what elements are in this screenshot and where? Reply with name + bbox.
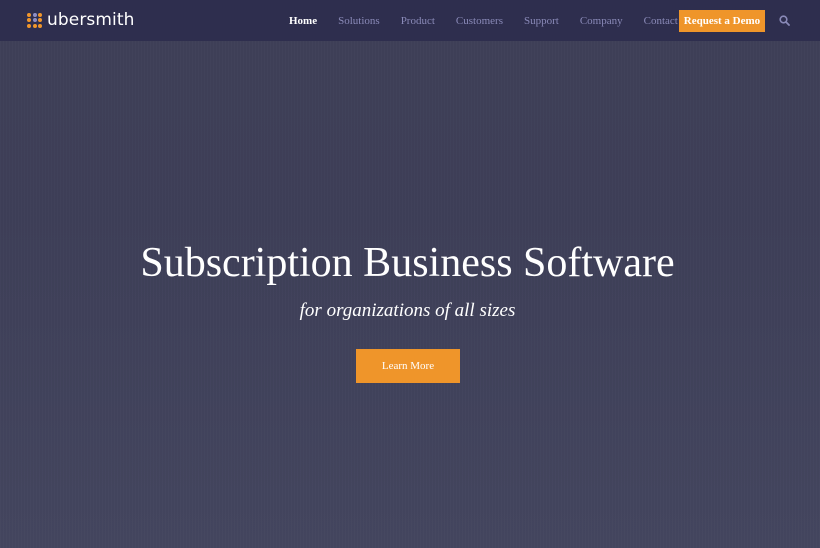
nav-item-company[interactable]: Company	[580, 15, 623, 27]
hero-title: Subscription Business Software	[140, 240, 675, 286]
nav-item-home[interactable]: Home	[289, 15, 317, 27]
search-button[interactable]	[777, 14, 791, 28]
hero-subtitle: for organizations of all sizes	[299, 300, 516, 321]
navbar: ubersmith Home Solutions Product Custome…	[0, 0, 820, 41]
request-demo-button[interactable]: Request a Demo	[679, 10, 765, 32]
hero-section: Subscription Business Software for organ…	[0, 41, 820, 548]
nav-item-contact[interactable]: Contact	[644, 15, 678, 27]
page: ubersmith Home Solutions Product Custome…	[0, 0, 820, 548]
brand-name: ubersmith	[47, 10, 135, 30]
nav-item-support[interactable]: Support	[524, 15, 559, 27]
main-nav: Home Solutions Product Customers Support…	[289, 0, 699, 41]
nav-item-customers[interactable]: Customers	[456, 15, 503, 27]
logo-link[interactable]: ubersmith	[27, 11, 135, 29]
search-icon	[778, 15, 790, 26]
nav-item-product[interactable]: Product	[401, 15, 435, 27]
learn-more-button[interactable]: Learn More	[356, 349, 460, 383]
nav-item-solutions[interactable]: Solutions	[338, 15, 380, 27]
dot-grid-logo-icon	[27, 12, 42, 28]
